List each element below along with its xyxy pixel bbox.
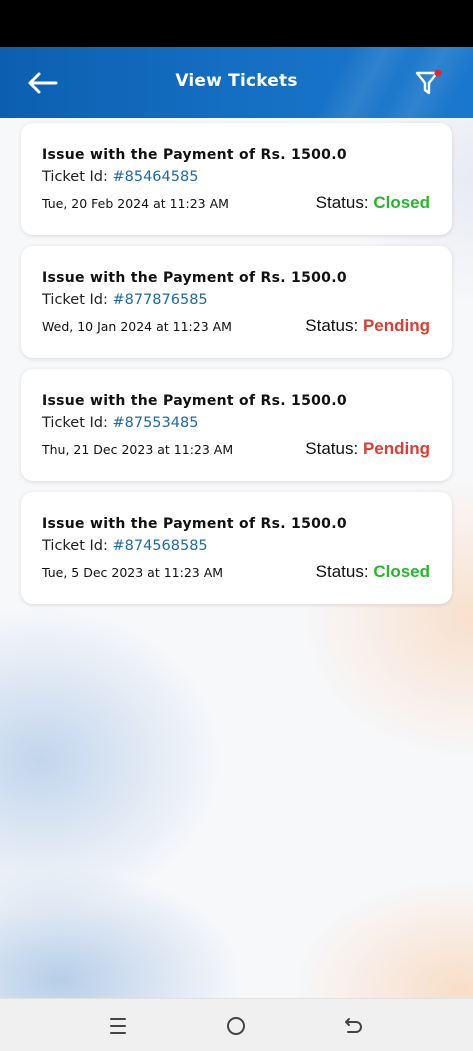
- ticket-title: Issue with the Payment of Rs. 1500.0: [42, 147, 347, 163]
- ticket-card[interactable]: Issue with the Payment of Rs. 1500.0 Tic…: [21, 369, 452, 481]
- status-value: Closed: [373, 562, 430, 581]
- ticket-id-row: Ticket Id: #87553485: [42, 415, 198, 431]
- status-value: Pending: [362, 439, 430, 458]
- status-value: Closed: [373, 193, 430, 212]
- ticket-card[interactable]: Issue with the Payment of Rs. 1500.0 Tic…: [21, 492, 452, 604]
- status-value: Pending: [362, 316, 430, 335]
- home-button[interactable]: [219, 1009, 253, 1043]
- filter-button[interactable]: [408, 63, 448, 103]
- status-label: Status:: [315, 193, 369, 212]
- app-header: View Tickets: [0, 47, 473, 118]
- ticket-id-row: Ticket Id: #877876585: [42, 292, 208, 308]
- status-label: Status:: [315, 562, 369, 581]
- ticket-date: Wed, 10 Jan 2024 at 11:23 AM: [42, 319, 232, 334]
- ticket-id-value: #87553485: [112, 415, 199, 431]
- status-label: Status:: [305, 439, 359, 458]
- ticket-id-row: Ticket Id: #874568585: [42, 538, 208, 554]
- ticket-card[interactable]: Issue with the Payment of Rs. 1500.0 Tic…: [21, 123, 452, 235]
- ticket-id-value: #874568585: [112, 538, 208, 554]
- ticket-date: Thu, 21 Dec 2023 at 11:23 AM: [42, 442, 234, 457]
- recent-apps-icon: [110, 1018, 126, 1034]
- ticket-id-value: #85464585: [112, 169, 199, 185]
- system-back-button[interactable]: [337, 1009, 371, 1043]
- ticket-card[interactable]: Issue with the Payment of Rs. 1500.0 Tic…: [21, 246, 452, 358]
- ticket-title: Issue with the Payment of Rs. 1500.0: [42, 516, 347, 532]
- ticket-status: Status: Closed: [316, 562, 430, 582]
- ticket-status: Status: Pending: [305, 439, 430, 459]
- ticket-status: Status: Pending: [305, 316, 430, 336]
- ticket-title: Issue with the Payment of Rs. 1500.0: [42, 270, 347, 286]
- ticket-id-value: #877876585: [112, 292, 208, 308]
- status-label: Status:: [305, 316, 359, 335]
- ticket-status: Status: Closed: [316, 193, 430, 213]
- ticket-id-label: Ticket Id:: [42, 415, 108, 431]
- ticket-title: Issue with the Payment of Rs. 1500.0: [42, 393, 347, 409]
- ticket-date: Tue, 5 Dec 2023 at 11:23 AM: [42, 565, 224, 580]
- ticket-id-label: Ticket Id:: [42, 292, 108, 308]
- recent-apps-button[interactable]: [101, 1009, 135, 1043]
- filter-icon: [415, 69, 442, 95]
- ticket-id-label: Ticket Id:: [42, 538, 108, 554]
- page-title: View Tickets: [175, 71, 298, 91]
- ticket-list: Issue with the Payment of Rs. 1500.0 Tic…: [21, 123, 452, 615]
- home-icon: [227, 1017, 245, 1035]
- back-icon: [345, 1018, 362, 1033]
- ticket-id-label: Ticket Id:: [42, 169, 108, 185]
- ticket-id-row: Ticket Id: #85464585: [42, 169, 198, 185]
- system-nav-bar: [0, 998, 473, 1051]
- status-bar: [0, 0, 473, 47]
- ticket-date: Tue, 20 Feb 2024 at 11:23 AM: [42, 196, 229, 211]
